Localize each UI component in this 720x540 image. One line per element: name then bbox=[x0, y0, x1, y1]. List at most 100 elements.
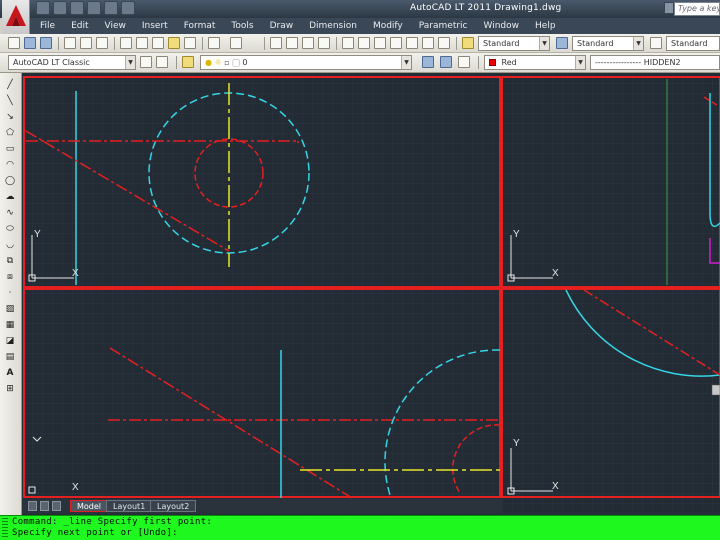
match-properties-icon[interactable] bbox=[168, 37, 180, 49]
layers-properties-toolbar: AutoCAD LT Classic ▼ ● ☼ ▫ ■ 0 ▼ Red ▼ -… bbox=[0, 53, 720, 73]
ucs-x-label-tl: X bbox=[72, 268, 79, 279]
chevron-down-icon: ▼ bbox=[401, 56, 411, 69]
open-icon[interactable] bbox=[53, 1, 67, 15]
arc-icon[interactable]: ◠ bbox=[3, 159, 17, 171]
undo-icon[interactable] bbox=[87, 1, 101, 15]
zoom-realtime-icon[interactable] bbox=[286, 37, 298, 49]
rectangle-icon[interactable]: ▭ bbox=[3, 143, 17, 155]
point-icon[interactable]: · bbox=[3, 287, 17, 299]
table-style-dropdown[interactable]: Standard bbox=[666, 36, 720, 51]
multiline-text-icon[interactable]: A bbox=[3, 367, 17, 379]
menu-window[interactable]: Window bbox=[484, 21, 520, 31]
zoom-window-icon[interactable] bbox=[302, 37, 314, 49]
qnew-icon[interactable] bbox=[8, 37, 20, 49]
tab-layout1[interactable]: Layout1 bbox=[106, 500, 153, 512]
workspace-settings-icon[interactable] bbox=[140, 56, 152, 68]
dimension-style-icon[interactable] bbox=[556, 37, 568, 49]
layer-states-icon[interactable] bbox=[458, 56, 470, 68]
design-center-icon[interactable] bbox=[358, 37, 370, 49]
make-current-layer-icon[interactable] bbox=[422, 56, 434, 68]
plot-icon[interactable] bbox=[64, 37, 76, 49]
menu-file[interactable]: File bbox=[40, 21, 55, 31]
dimension-style-dropdown[interactable]: Standard ▼ bbox=[572, 36, 644, 51]
sheet-set-icon[interactable] bbox=[390, 37, 402, 49]
circle-icon[interactable]: ◯ bbox=[3, 175, 17, 187]
layer-properties-icon[interactable] bbox=[182, 56, 194, 68]
redo-toolbar-icon[interactable] bbox=[230, 37, 242, 49]
next-tab-icon[interactable] bbox=[52, 501, 61, 511]
hatch-icon[interactable]: ▨ bbox=[3, 303, 17, 315]
properties-icon[interactable] bbox=[342, 37, 354, 49]
drawing-area[interactable]: Y X Y X X Y X bbox=[22, 73, 720, 515]
menu-insert[interactable]: Insert bbox=[142, 21, 168, 31]
zoom-previous-icon[interactable] bbox=[318, 37, 330, 49]
menu-parametric[interactable]: Parametric bbox=[419, 21, 468, 31]
window-title: AutoCAD LT 2011 Drawing1.dwg bbox=[410, 3, 562, 13]
command-line[interactable]: Command: _line Specify first point: Spec… bbox=[0, 515, 720, 540]
menu-modify[interactable]: Modify bbox=[373, 21, 403, 31]
workspace-dropdown[interactable]: AutoCAD LT Classic ▼ bbox=[8, 55, 136, 70]
menu-help[interactable]: Help bbox=[535, 21, 556, 31]
print-icon[interactable] bbox=[121, 1, 135, 15]
paste-icon[interactable] bbox=[152, 37, 164, 49]
pan-icon[interactable] bbox=[270, 37, 282, 49]
polyline-icon[interactable]: ↘ bbox=[3, 111, 17, 123]
application-menu-button[interactable] bbox=[2, 0, 30, 34]
spline-icon[interactable]: ∿ bbox=[3, 207, 17, 219]
customize-icon[interactable] bbox=[156, 56, 168, 68]
line-icon[interactable]: ╱ bbox=[3, 79, 17, 91]
tab-layout2[interactable]: Layout2 bbox=[150, 500, 197, 512]
insert-block-icon[interactable]: ⧉ bbox=[3, 255, 17, 267]
save-icon[interactable] bbox=[70, 1, 84, 15]
tab-model[interactable]: Model bbox=[70, 500, 109, 512]
tool-palettes-icon[interactable] bbox=[374, 37, 386, 49]
sun-icon: ☼ bbox=[214, 58, 222, 67]
save-file-icon[interactable] bbox=[40, 37, 52, 49]
ellipse-icon[interactable]: ⬭ bbox=[3, 223, 17, 235]
calculator-icon[interactable] bbox=[422, 37, 434, 49]
quick-access-toolbar bbox=[36, 1, 135, 15]
linetype-dropdown[interactable]: ---------------- HIDDEN2 bbox=[590, 55, 720, 70]
minimize-button[interactable] bbox=[664, 2, 674, 14]
model-space-canvas: Y X Y X X Y X bbox=[22, 73, 720, 515]
open-file-icon[interactable] bbox=[24, 37, 36, 49]
text-style-dropdown[interactable]: Standard ▼ bbox=[478, 36, 550, 51]
menu-draw[interactable]: Draw bbox=[270, 21, 294, 31]
ellipse-arc-icon[interactable]: ◡ bbox=[3, 239, 17, 251]
chevron-down-icon: ▼ bbox=[539, 37, 549, 50]
region-icon[interactable]: ◪ bbox=[3, 335, 17, 347]
gradient-icon[interactable]: ▦ bbox=[3, 319, 17, 331]
construction-line-icon[interactable]: ╲ bbox=[3, 95, 17, 107]
new-icon[interactable] bbox=[36, 1, 50, 15]
markup-icon[interactable] bbox=[406, 37, 418, 49]
cut-icon[interactable] bbox=[120, 37, 132, 49]
menu-tools[interactable]: Tools bbox=[231, 21, 253, 31]
command-line-grip[interactable] bbox=[2, 518, 8, 538]
menu-dimension[interactable]: Dimension bbox=[309, 21, 357, 31]
polygon-icon[interactable]: ⬠ bbox=[3, 127, 17, 139]
layer-previous-icon[interactable] bbox=[440, 56, 452, 68]
table-icon[interactable]: ▤ bbox=[3, 351, 17, 363]
search-input[interactable]: Type a keyword bbox=[674, 2, 720, 16]
table-style-icon[interactable] bbox=[650, 37, 662, 49]
undo-toolbar-icon[interactable] bbox=[208, 37, 220, 49]
title-bar: AutoCAD LT 2011 Drawing1.dwg Type a keyw… bbox=[0, 0, 720, 18]
menu-format[interactable]: Format bbox=[184, 21, 216, 31]
block-editor-icon[interactable] bbox=[184, 37, 196, 49]
color-dropdown[interactable]: Red ▼ bbox=[484, 55, 586, 70]
previous-tab-icon[interactable] bbox=[40, 501, 49, 511]
text-style-icon[interactable] bbox=[462, 37, 474, 49]
redo-icon[interactable] bbox=[104, 1, 118, 15]
publish-icon[interactable] bbox=[96, 37, 108, 49]
layer-dropdown[interactable]: ● ☼ ▫ ■ 0 ▼ bbox=[200, 55, 412, 70]
first-tab-icon[interactable] bbox=[28, 501, 37, 511]
plot-preview-icon[interactable] bbox=[80, 37, 92, 49]
add-selected-icon[interactable]: ⊞ bbox=[3, 383, 17, 395]
copy-icon[interactable] bbox=[136, 37, 148, 49]
toolbar-separator bbox=[264, 37, 265, 50]
menu-view[interactable]: View bbox=[105, 21, 126, 31]
help-toolbar-icon[interactable] bbox=[438, 37, 450, 49]
make-block-icon[interactable]: ⧈ bbox=[3, 271, 17, 283]
revision-cloud-icon[interactable]: ☁ bbox=[3, 191, 17, 203]
menu-edit[interactable]: Edit bbox=[71, 21, 88, 31]
